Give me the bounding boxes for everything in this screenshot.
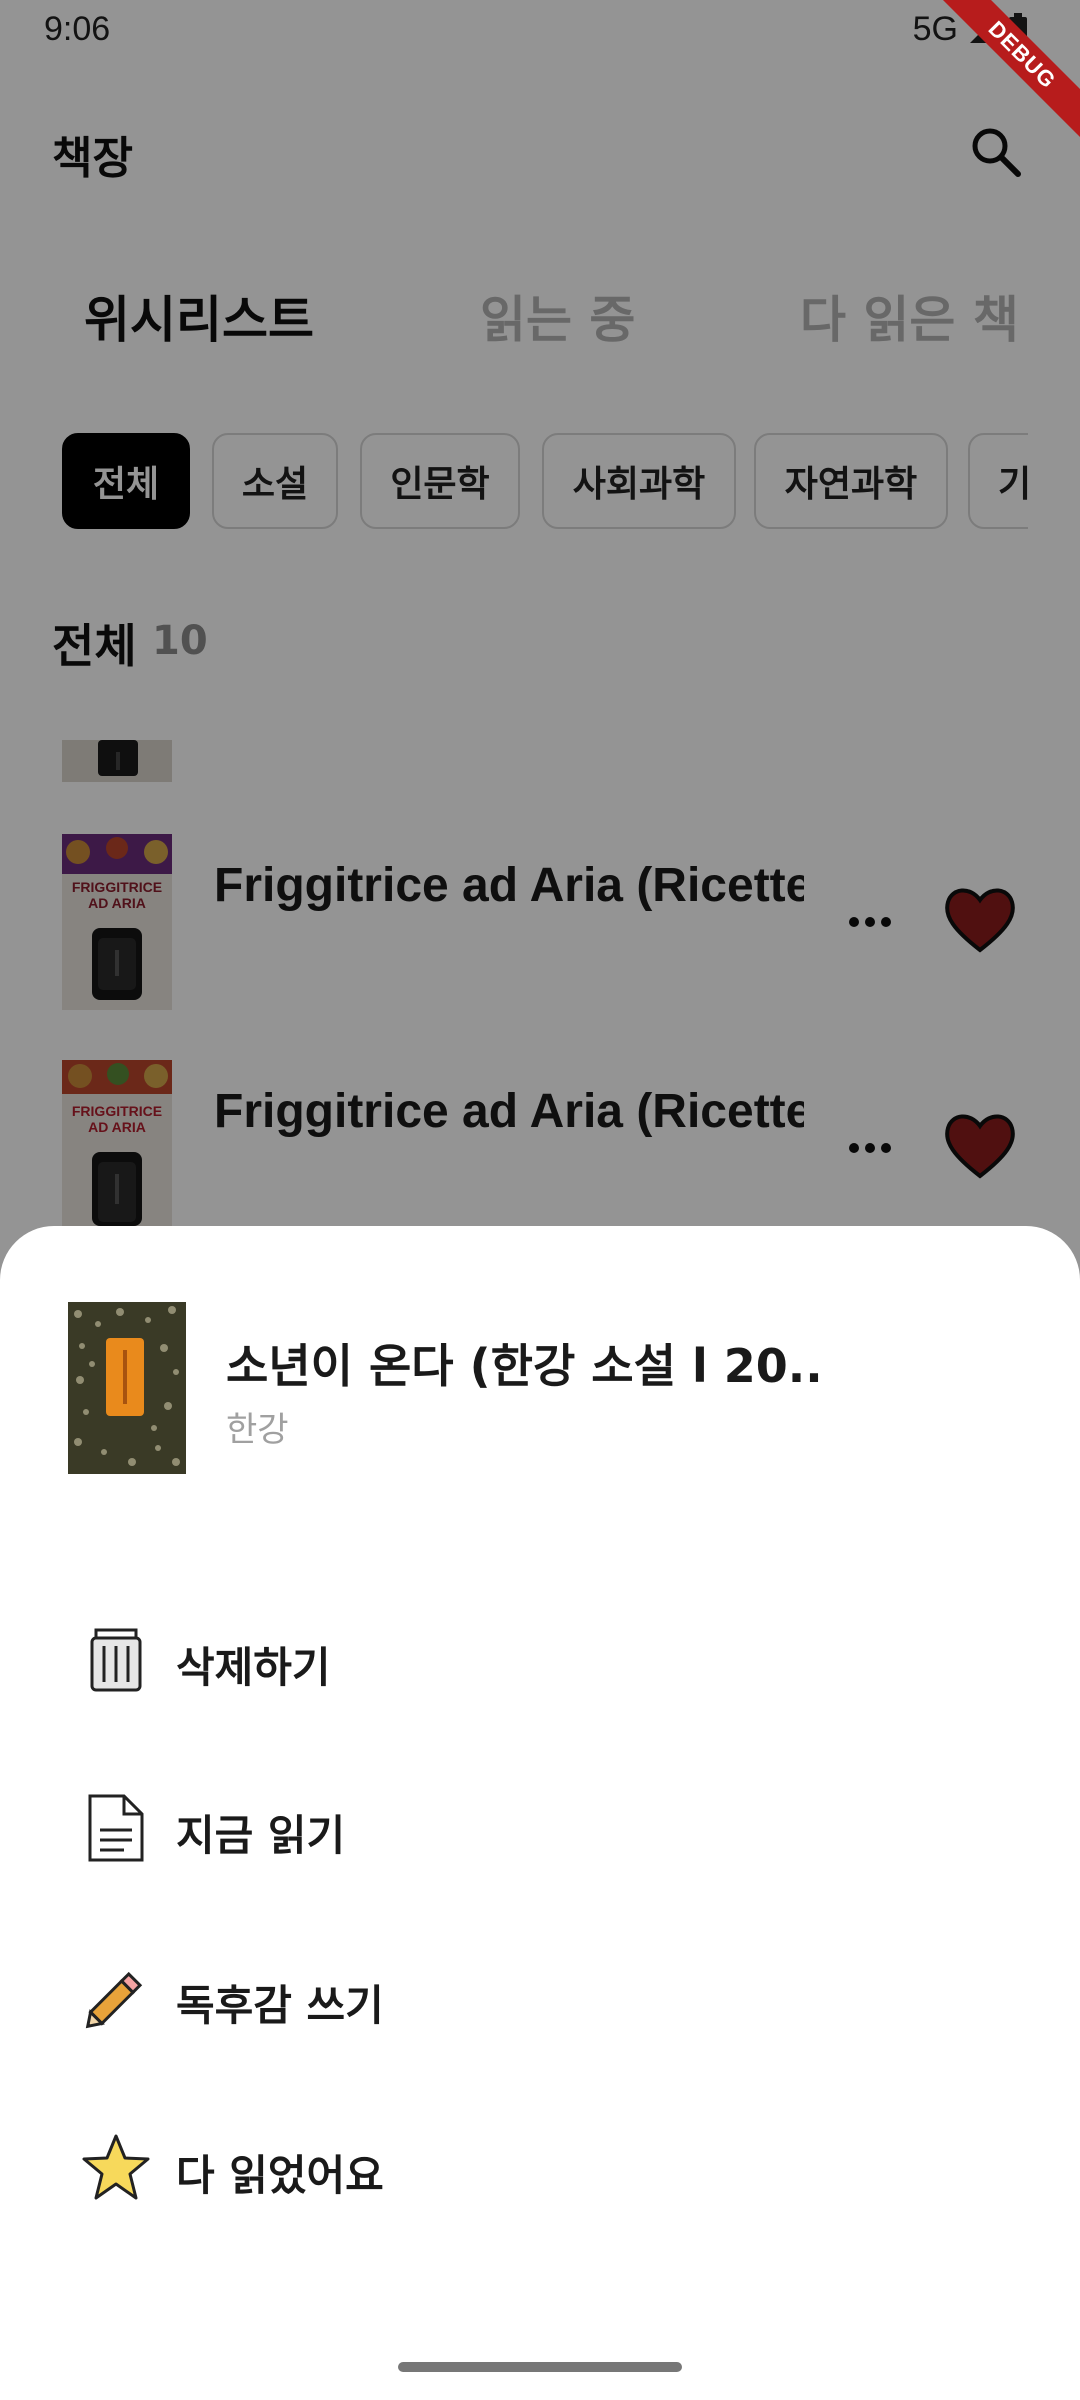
trash-icon	[90, 1628, 142, 1692]
delete-label: 삭제하기	[176, 1643, 331, 1692]
write-review-label: 독후감 쓰기	[176, 1981, 384, 2030]
read-now-label: 지금 읽기	[176, 1811, 346, 1860]
book-actions-sheet: 소년이 온다 (한강 소설 l 20... 한강 삭제하기 지금 읽기 독후감 …	[0, 1226, 1080, 2400]
sheet-book-cover	[68, 1302, 186, 1474]
bookshelf-screen: 9:06 5G DEBUG 책장 위시리스트 읽는 중 다 읽은 책 전체 소설…	[0, 0, 1080, 2400]
home-indicator[interactable]	[398, 2362, 682, 2372]
book-cover-image	[68, 1302, 186, 1474]
star-icon	[82, 2134, 150, 2200]
finished-action[interactable]: 다 읽었어요	[0, 2098, 1080, 2238]
sheet-book-author: 한강	[226, 1410, 289, 1450]
sheet-book-title: 소년이 온다 (한강 소설 l 20...	[226, 1339, 826, 1393]
write-review-action[interactable]: 독후감 쓰기	[0, 1928, 1080, 2068]
read-now-action[interactable]: 지금 읽기	[0, 1758, 1080, 1898]
delete-action[interactable]: 삭제하기	[0, 1590, 1080, 1730]
document-icon	[88, 1794, 144, 1862]
pencil-icon	[85, 1971, 143, 2029]
finished-label: 다 읽었어요	[176, 2151, 384, 2200]
